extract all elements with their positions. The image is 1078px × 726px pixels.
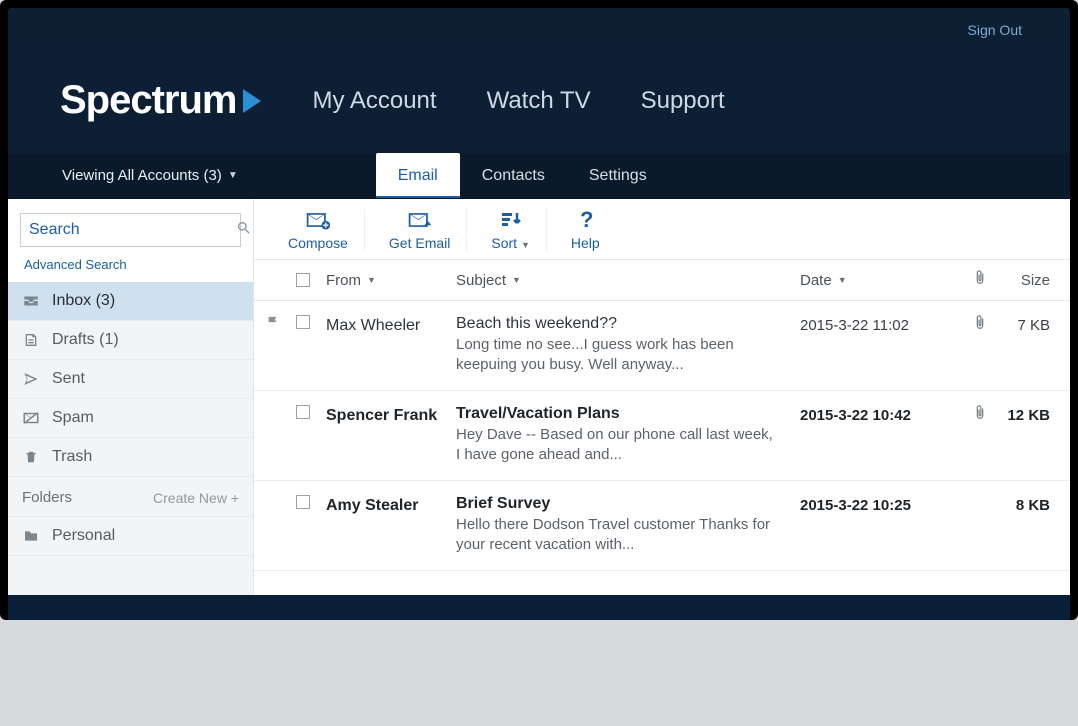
mail-row[interactable]: Spencer FrankTravel/Vacation Plans Hey Da… <box>254 391 1070 481</box>
tab-email[interactable]: Email <box>376 153 460 198</box>
compose-button[interactable]: Compose <box>272 209 365 251</box>
folder-label: Sent <box>52 370 85 388</box>
search-icon <box>236 220 252 241</box>
column-size[interactable]: Size <box>1000 272 1050 289</box>
mail-size: 8 KB <box>1000 495 1050 514</box>
folder-spam[interactable]: Spam <box>8 399 253 438</box>
chevron-down-icon: ▼ <box>512 275 521 285</box>
tool-label: Compose <box>288 235 348 251</box>
help-button[interactable]: ? Help <box>555 209 616 251</box>
column-subject[interactable]: Subject▼ <box>456 272 800 289</box>
get-email-button[interactable]: Get Email <box>373 209 467 251</box>
select-all-checkbox[interactable] <box>296 273 310 287</box>
folder-icon <box>22 529 40 543</box>
svg-text:?: ? <box>580 209 593 231</box>
chevron-down-icon: ▼ <box>228 170 238 181</box>
mail-from: Spencer Frank <box>326 405 456 425</box>
paperclip-icon <box>974 318 986 335</box>
search-input[interactable] <box>29 221 236 239</box>
folders-header: Folders <box>22 489 72 506</box>
spam-icon <box>22 411 40 425</box>
tool-label: Get Email <box>389 235 450 251</box>
paperclip-icon <box>974 273 986 290</box>
help-icon: ? <box>577 209 593 231</box>
paperclip-icon <box>974 408 986 425</box>
drafts-icon <box>22 332 40 348</box>
play-arrow-icon <box>243 89 263 113</box>
mail-date: 2015-3-22 10:42 <box>800 405 960 424</box>
folder-inbox[interactable]: Inbox (3) <box>8 282 253 321</box>
folder-label: Drafts (1) <box>52 331 119 349</box>
tool-label: Sort ▼ <box>491 235 530 251</box>
chevron-down-icon: ▼ <box>521 240 530 250</box>
mail-subject: Brief Survey <box>456 495 780 513</box>
search-box[interactable] <box>20 213 241 247</box>
mail-from: Amy Stealer <box>326 495 456 515</box>
row-checkbox[interactable] <box>296 315 310 329</box>
mail-subject: Travel/Vacation Plans <box>456 405 780 423</box>
mail-row[interactable]: Max WheelerBeach this weekend?? Long time… <box>254 301 1070 391</box>
mail-preview: Hey Dave -- Based on our phone call last… <box>456 425 780 464</box>
mail-preview: Long time no see...I guess work has been… <box>456 335 780 374</box>
mail-date: 2015-3-22 10:25 <box>800 495 960 514</box>
brand-logo: Spectrum <box>60 78 263 123</box>
folder-trash[interactable]: Trash <box>8 438 253 477</box>
tab-contacts[interactable]: Contacts <box>460 153 567 198</box>
sort-icon <box>499 209 523 231</box>
flag-icon[interactable] <box>266 318 280 335</box>
tab-settings[interactable]: Settings <box>567 153 669 198</box>
folder-label: Personal <box>52 527 115 545</box>
inbox-icon <box>22 294 40 308</box>
chevron-down-icon: ▼ <box>838 275 847 285</box>
sign-out-link[interactable]: Sign Out <box>968 22 1022 38</box>
nav-my-account[interactable]: My Account <box>313 87 437 115</box>
get-email-icon <box>407 209 433 231</box>
mail-row[interactable]: Amy StealerBrief Survey Hello there Dodso… <box>254 481 1070 571</box>
folder-drafts[interactable]: Drafts (1) <box>8 321 253 360</box>
folder-label: Inbox (3) <box>52 292 115 310</box>
sent-icon <box>22 371 40 387</box>
folder-sent[interactable]: Sent <box>8 360 253 399</box>
trash-icon <box>22 449 40 465</box>
folder-personal[interactable]: Personal <box>8 517 253 556</box>
compose-icon <box>305 209 331 231</box>
create-folder-link[interactable]: Create New + <box>153 490 239 506</box>
mail-preview: Hello there Dodson Travel customer Thank… <box>456 515 780 554</box>
mail-date: 2015-3-22 11:02 <box>800 315 960 334</box>
column-attachment[interactable] <box>960 270 1000 290</box>
folder-label: Trash <box>52 448 92 466</box>
mail-size: 7 KB <box>1000 315 1050 334</box>
accounts-dropdown[interactable]: Viewing All Accounts (3) ▼ <box>8 153 256 198</box>
mail-from: Max Wheeler <box>326 315 456 335</box>
row-checkbox[interactable] <box>296 405 310 419</box>
tool-label: Help <box>571 235 600 251</box>
advanced-search-link[interactable]: Advanced Search <box>8 251 253 282</box>
folder-label: Spam <box>52 409 94 427</box>
column-from[interactable]: From▼ <box>326 272 456 289</box>
nav-support[interactable]: Support <box>641 87 725 115</box>
accounts-label: Viewing All Accounts (3) <box>62 167 222 184</box>
mail-size: 12 KB <box>1000 405 1050 424</box>
column-date[interactable]: Date▼ <box>800 272 960 289</box>
row-checkbox[interactable] <box>296 495 310 509</box>
sort-button[interactable]: Sort ▼ <box>475 209 547 251</box>
nav-watch-tv[interactable]: Watch TV <box>487 87 591 115</box>
chevron-down-icon: ▼ <box>367 275 376 285</box>
mail-subject: Beach this weekend?? <box>456 315 780 333</box>
brand-text: Spectrum <box>60 78 237 123</box>
